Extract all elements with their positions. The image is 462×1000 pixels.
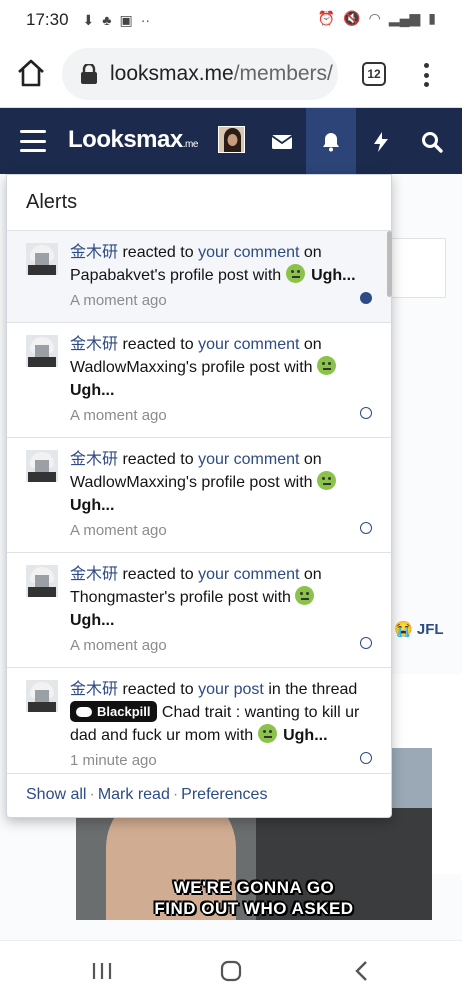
alert-item[interactable]: 金木研 reacted to your comment on WadlowMax… xyxy=(7,323,391,438)
alert-username[interactable]: 金木研 xyxy=(70,681,118,698)
ugh-reaction-icon xyxy=(317,356,336,375)
hamburger-menu-icon[interactable] xyxy=(20,130,46,152)
jfl-reaction[interactable]: 😭 JFL xyxy=(394,620,444,638)
prefix-label: Blackpill xyxy=(97,704,151,719)
alert-username[interactable]: 金木研 xyxy=(70,566,118,583)
alarm-icon: ⏰ xyxy=(317,10,336,26)
alert-content-link[interactable]: your post xyxy=(198,681,264,698)
status-time: 17:30 xyxy=(26,10,69,29)
alert-text: in the thread xyxy=(263,681,358,698)
gamepad-icon xyxy=(76,707,92,717)
mute-icon: 🔇 xyxy=(343,10,361,26)
meme-caption-line2: FIND OUT WHO ASKED xyxy=(154,899,354,918)
alert-content-link[interactable]: your comment xyxy=(198,244,299,261)
crying-emoji-icon: 😭 xyxy=(394,621,413,638)
alert-time: A moment ago xyxy=(70,292,167,309)
bell-icon xyxy=(323,133,339,152)
url-text: looksmax.me/members/ xyxy=(110,62,333,86)
browser-toolbar: looksmax.me/members/ 12 xyxy=(0,40,462,108)
separator: · xyxy=(172,786,179,803)
tab-switcher-button[interactable]: 12 xyxy=(362,62,386,86)
read-indicator[interactable] xyxy=(360,522,372,534)
reaction-label: Ugh... xyxy=(311,267,356,284)
unread-indicator[interactable] xyxy=(360,292,372,304)
alert-username[interactable]: 金木研 xyxy=(70,244,118,261)
wifi-icon: ◠ xyxy=(368,10,381,26)
status-bar: 17:30 ⬇ ♣ ▣ ·· ⏰ 🔇 ◠ ▂▄▆ ▮ xyxy=(0,0,462,40)
alert-action: reacted to xyxy=(118,451,199,468)
read-indicator[interactable] xyxy=(360,407,372,419)
url-host: looksmax.me xyxy=(110,62,234,85)
meme-caption-line1: WE'RE GONNA GO xyxy=(173,878,335,897)
user-avatar[interactable] xyxy=(26,565,58,597)
preferences-link[interactable]: Preferences xyxy=(181,786,267,803)
recent-apps-icon[interactable] xyxy=(90,959,114,983)
reaction-label: Ugh... xyxy=(70,497,115,514)
reaction-label: Ugh... xyxy=(70,612,115,629)
alert-content-link[interactable]: your comment xyxy=(198,451,299,468)
signal-icon: ▂▄▆ xyxy=(388,10,421,26)
alerts-scrollbar[interactable] xyxy=(387,231,392,297)
alert-action: reacted to xyxy=(118,566,199,583)
alert-item[interactable]: 金木研 reacted to your comment on WadlowMax… xyxy=(7,438,391,553)
download-icon: ⬇ xyxy=(82,11,95,28)
user-avatar[interactable] xyxy=(26,243,58,275)
read-indicator[interactable] xyxy=(360,752,372,764)
alert-content-link[interactable]: your comment xyxy=(198,336,299,353)
alert-time: A moment ago xyxy=(70,407,167,424)
alert-item[interactable]: 金木研 reacted to your post in the thread B… xyxy=(7,668,391,771)
jfl-label: JFL xyxy=(416,621,444,638)
alert-username[interactable]: 金木研 xyxy=(70,451,118,468)
screenshot-icon: ▣ xyxy=(119,11,133,28)
alerts-footer: Show all · Mark read · Preferences xyxy=(7,773,391,819)
alert-content-link[interactable]: your comment xyxy=(198,566,299,583)
account-avatar[interactable] xyxy=(218,126,245,153)
user-avatar[interactable] xyxy=(26,450,58,482)
ugh-reaction-icon xyxy=(295,586,315,605)
logo-text: Looksmax xyxy=(68,126,183,153)
conversations-envelope-icon[interactable] xyxy=(270,130,294,154)
back-icon[interactable] xyxy=(350,959,374,983)
home-icon[interactable] xyxy=(14,56,48,90)
alert-action: reacted to xyxy=(118,336,199,353)
ugh-reaction-icon xyxy=(317,471,336,490)
search-icon[interactable] xyxy=(420,130,444,154)
battery-icon: ▮ xyxy=(428,10,436,26)
android-navigation-bar xyxy=(0,940,462,1000)
notification-icon: ♣ xyxy=(102,12,112,28)
user-avatar[interactable] xyxy=(26,335,58,367)
alert-time: A moment ago xyxy=(70,522,167,539)
ugh-reaction-icon xyxy=(257,724,277,743)
reaction-label: Ugh... xyxy=(283,727,328,744)
lock-icon xyxy=(81,64,97,84)
user-avatar[interactable] xyxy=(26,680,58,712)
mark-read-link[interactable]: Mark read xyxy=(98,786,170,803)
alerts-list: 金木研 reacted to your comment on Papabakve… xyxy=(7,231,391,771)
ugh-reaction-icon xyxy=(285,264,305,283)
alert-time: A moment ago xyxy=(70,637,167,654)
browser-menu-icon[interactable] xyxy=(416,60,436,90)
more-notifications-icon: ·· xyxy=(140,12,151,28)
reaction-label: Ugh... xyxy=(70,382,115,399)
alert-item[interactable]: 金木研 reacted to your comment on Papabakve… xyxy=(7,231,391,323)
alert-username[interactable]: 金木研 xyxy=(70,336,118,353)
read-indicator[interactable] xyxy=(360,637,372,649)
show-all-link[interactable]: Show all xyxy=(26,786,86,803)
site-logo[interactable]: Looksmax.me xyxy=(68,126,198,154)
whats-new-lightning-icon[interactable] xyxy=(369,130,393,154)
separator: · xyxy=(89,786,95,803)
alerts-title: Alerts xyxy=(7,175,391,231)
address-bar[interactable]: looksmax.me/members/ xyxy=(62,48,338,100)
alert-item[interactable]: 金木研 reacted to your comment on Thongmast… xyxy=(7,553,391,668)
alert-action: reacted to xyxy=(118,244,199,261)
alerts-bell-button[interactable] xyxy=(306,108,356,174)
url-path: /members/ xyxy=(233,62,333,85)
alert-action: reacted to xyxy=(118,681,199,698)
alerts-dropdown: Alerts 金木研 reacted to your comment on Pa… xyxy=(6,174,392,818)
alert-time: 1 minute ago xyxy=(70,752,157,769)
thread-prefix-badge[interactable]: Blackpill xyxy=(70,701,158,722)
home-nav-icon[interactable] xyxy=(219,959,243,983)
logo-suffix: .me xyxy=(182,139,199,150)
